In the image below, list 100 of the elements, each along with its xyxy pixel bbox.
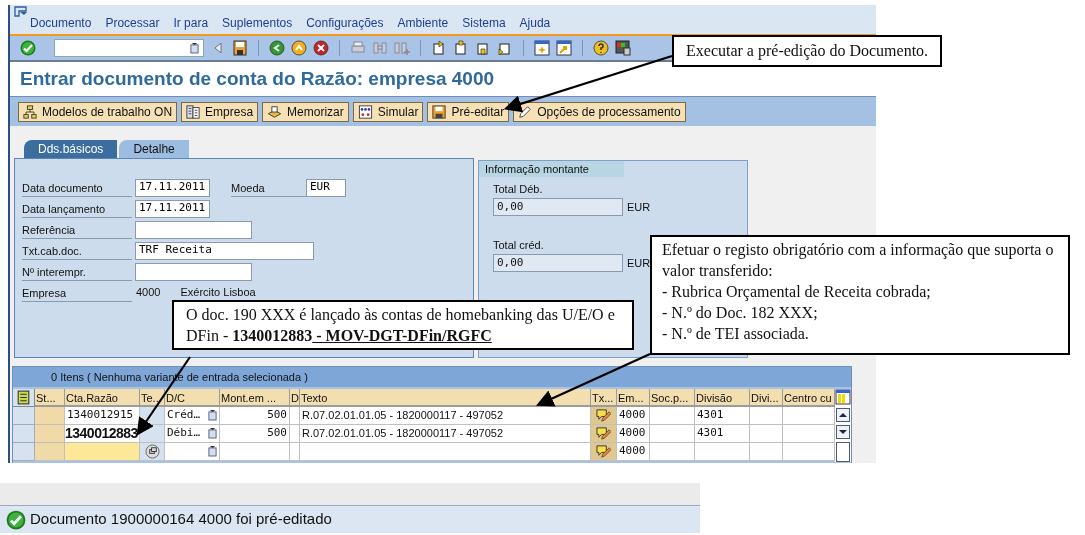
currency: EUR [627,255,651,271]
menu-item[interactable]: Documento [30,14,92,32]
layout-icon[interactable] [615,40,631,56]
company-name: Exército Lisboa [180,285,256,301]
table-cell: 500 [220,425,290,443]
last-page-icon[interactable] [497,40,513,56]
table-cell [750,443,783,461]
note-pencil-icon[interactable] [596,408,611,423]
copy-icon[interactable] [144,444,160,459]
column-header[interactable]: Centro cu [783,389,835,407]
help-icon[interactable] [593,40,609,56]
field-label: Referência [22,220,132,239]
input-field[interactable] [135,220,252,239]
toolbar-button[interactable]: Modelos de trabalho ON [18,101,178,122]
previous-page-icon[interactable] [453,40,469,56]
column-header[interactable]: Divi... [750,389,783,407]
input-field[interactable]: 17.11.2011 [135,199,210,218]
save-icon[interactable] [232,40,248,56]
input-field[interactable]: 17.11.2011 [135,178,210,197]
cancel-icon[interactable] [313,40,329,56]
pencil-icon [518,104,533,119]
column-header[interactable]: Em... [617,389,650,407]
status-cell [35,407,65,425]
menu-item[interactable]: Suplementos [222,14,293,32]
scroll-up-icon[interactable] [836,408,850,422]
screen-title: Entrar documento de conta do Razão: empresa 4000 [20,66,495,91]
back-icon[interactable] [269,40,285,56]
first-page-icon[interactable] [431,40,447,56]
account-cell[interactable] [65,443,140,461]
toolbar-button[interactable]: Simular [352,101,424,122]
callout-box: Executar a pré-edição do Documento. [672,35,943,67]
select-all-icon[interactable] [13,389,35,407]
table-cell [290,407,300,425]
menu-item[interactable]: Ir para [173,14,209,32]
menu-item[interactable]: Processar [105,14,160,32]
dc-value: Débi… [167,425,201,442]
shortcut-icon[interactable] [556,40,572,56]
toolbar-button[interactable]: Opções de processamento [513,101,686,122]
simulate-icon [357,104,373,119]
panel-title: Informação montante [479,161,624,177]
dc-value: Créd… [167,407,201,424]
table-cell: 4000 [617,425,650,443]
field-label: Data lançamento [22,199,132,218]
toolbar-button[interactable]: Pré-editar [427,101,510,122]
dropdown-icon[interactable] [190,42,199,54]
command-field[interactable] [54,39,204,57]
tab[interactable]: Dds.básicos [24,140,118,158]
table-cell [750,425,783,443]
menu-item[interactable]: Ambiente [397,14,449,32]
note-pencil-icon[interactable] [596,426,611,441]
field-label: Data documento [22,178,132,197]
total-field: 0,00 [493,198,623,216]
table-cell: 500 [220,407,290,425]
column-header[interactable]: Tx... [591,389,617,407]
callout-line: - Rubrica Orçamental de Receita cobrada; [662,282,932,302]
status-cell [35,443,65,461]
currency: EUR [627,199,651,215]
company-code: 4000 [136,285,161,301]
table-cell [650,407,695,425]
table-cell [290,443,300,461]
input-field[interactable]: EUR [306,178,346,197]
check-icon[interactable] [20,40,36,56]
dropdown-icon[interactable] [208,446,217,457]
total-label: Total créd. [493,238,544,253]
input-field[interactable] [135,262,252,281]
status-cell [35,425,65,443]
table-cell [695,443,750,461]
callout-box: O doc. 190 XXX é lançado às contas de homebanking das U/E/O e DFin - 1340012883 - MOV-DGT-DFin/RGFC [172,300,634,350]
menu-item[interactable]: Sistema [462,14,506,32]
note-pencil-icon[interactable] [596,444,611,459]
account-cell[interactable]: 1340012883 [65,425,140,443]
tab[interactable]: Detalhe [119,140,189,158]
account-cell[interactable]: 1340012915 [65,407,140,425]
dropdown-icon[interactable] [208,428,217,439]
table-cell: 4301 [695,425,750,443]
column-header[interactable]: St... [35,389,65,407]
menu-item[interactable]: Configurações [306,14,384,32]
menu-item[interactable]: Ajuda [519,14,551,32]
input-field[interactable]: TRF Receita [135,241,314,260]
field-label: Txt.cab.doc. [22,241,132,260]
menu-icon[interactable] [14,6,28,18]
up-icon[interactable] [291,40,307,56]
column-header[interactable]: Mont.em ... [220,389,290,407]
column-header[interactable]: Te... [140,389,165,407]
total-field: 0,00 [493,254,623,272]
dropdown-icon[interactable] [208,410,217,421]
column-header[interactable]: Texto [300,389,591,407]
column-header[interactable]: Cta.Razão [65,389,140,407]
table-cell: R.07.02.01.01.05 - 1820000117 - 497052 [300,425,591,443]
scroll-down-icon[interactable] [836,425,850,439]
window-icon[interactable] [534,40,550,56]
toolbar-button[interactable]: Memorizar [262,101,349,122]
column-header[interactable]: D/C [165,389,220,407]
field-label: Nº interempr. [22,262,132,281]
column-header[interactable]: Divisão [695,389,750,407]
toolbar-button[interactable]: Empresa [181,101,259,122]
success-icon [6,509,26,530]
column-settings-icon[interactable] [835,389,851,405]
next-page-icon[interactable] [475,40,491,56]
column-header[interactable]: Soc.p... [650,389,695,407]
